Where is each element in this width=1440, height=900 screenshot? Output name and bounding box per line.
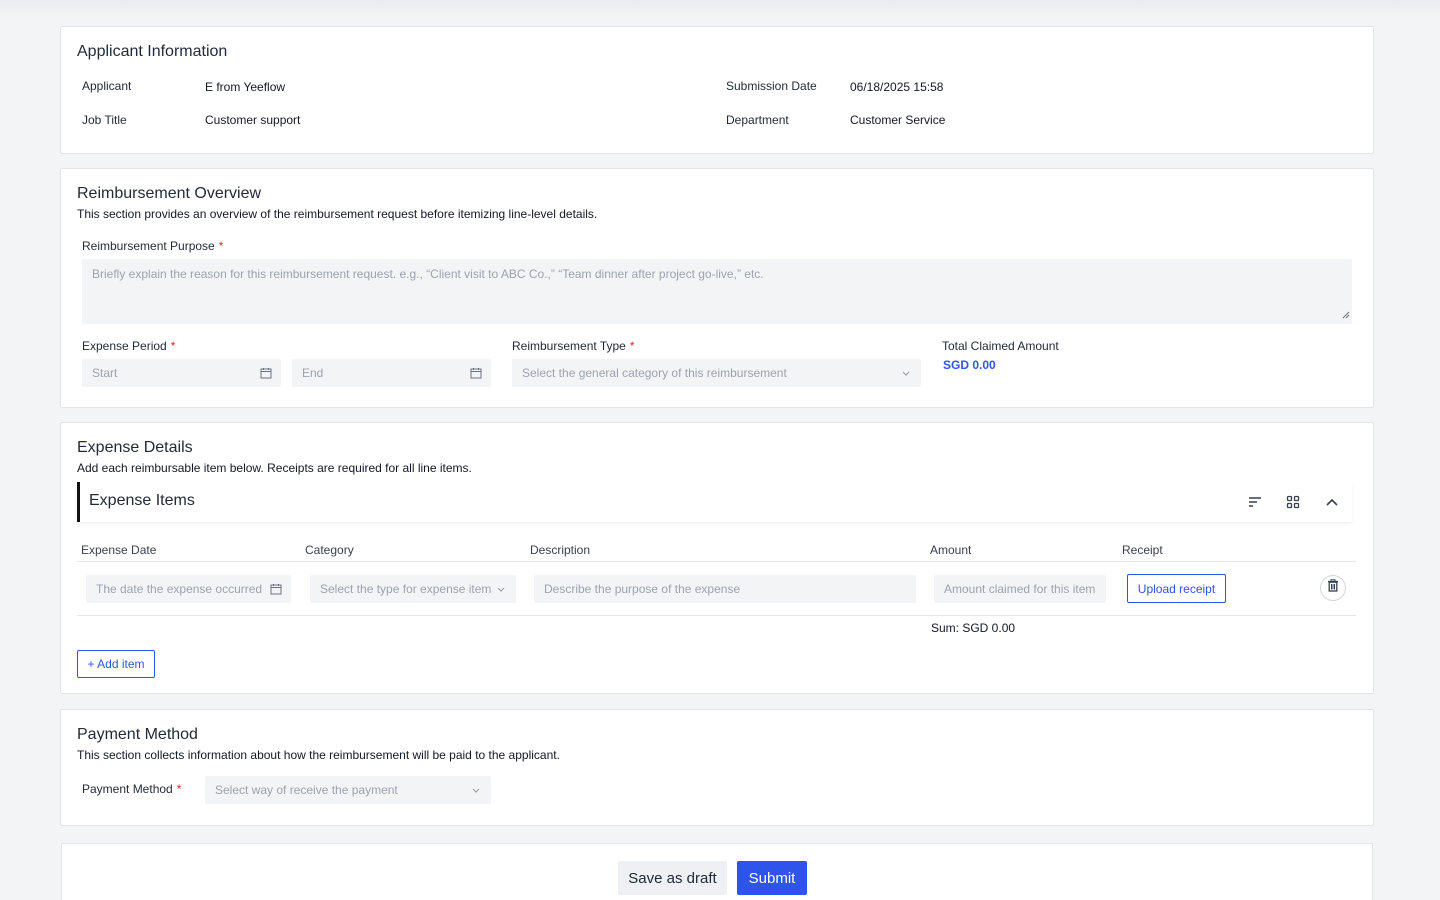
column-expense-date: Expense Date (81, 543, 157, 557)
column-receipt: Receipt (1122, 543, 1163, 557)
start-placeholder: Start (92, 366, 118, 380)
delete-row-button[interactable] (1320, 575, 1346, 601)
purpose-placeholder: Briefly explain the reason for this reim… (92, 267, 764, 281)
overview-title: Reimbursement Overview (77, 185, 262, 202)
chevron-down-icon (469, 783, 483, 797)
purpose-textarea[interactable]: Briefly explain the reason for this reim… (82, 259, 1352, 324)
payment-method-select[interactable]: Select way of receive the payment (205, 776, 491, 804)
purpose-label-text: Reimbursement Purpose (82, 239, 215, 253)
sort-icon[interactable] (1246, 493, 1264, 511)
expense-period-label: Expense Period * (82, 339, 175, 353)
submission-date-value: 06/18/2025 15:58 (850, 80, 944, 94)
submission-date-label: Submission Date (726, 79, 817, 93)
submit-button[interactable]: Submit (737, 861, 807, 895)
description-placeholder: Describe the purpose of the expense (544, 582, 741, 596)
column-category: Category (305, 543, 354, 557)
chevron-down-icon (494, 582, 508, 596)
upload-receipt-button[interactable]: Upload receipt (1127, 574, 1226, 603)
total-claimed-label: Total Claimed Amount (942, 339, 1059, 353)
purpose-label: Reimbursement Purpose * (82, 239, 223, 253)
header-divider (77, 561, 1356, 562)
total-claimed-value: SGD 0.00 (943, 358, 996, 372)
expense-details-title: Expense Details (77, 439, 193, 456)
resize-grip-icon[interactable] (1342, 308, 1350, 322)
job-title-label: Job Title (82, 113, 127, 127)
category-select[interactable]: Select the type for expense item (310, 575, 516, 603)
amount-input[interactable]: Amount claimed for this item (934, 575, 1106, 603)
start-date-picker[interactable]: Start (82, 359, 281, 387)
expense-details-description: Add each reimbursable item below. Receip… (77, 461, 472, 475)
expense-items-header: Expense Items (77, 482, 1352, 522)
sum-value: Sum: SGD 0.00 (931, 621, 1016, 635)
expense-period-label-text: Expense Period (82, 339, 167, 353)
required-mark: * (176, 782, 182, 796)
applicant-info-title: Applicant Information (77, 43, 228, 60)
amount-placeholder: Amount claimed for this item (944, 582, 1096, 596)
payment-method-label-text: Payment Method (82, 782, 173, 796)
add-item-button[interactable]: + Add item (77, 650, 155, 678)
category-placeholder: Select the type for expense item (320, 582, 492, 596)
expense-items-title: Expense Items (89, 492, 195, 509)
end-date-picker[interactable]: End (292, 359, 491, 387)
payment-method-placeholder: Select way of receive the payment (215, 783, 398, 797)
calendar-icon (269, 582, 283, 596)
overview-description: This section provides an overview of the… (77, 207, 598, 221)
save-as-draft-button[interactable]: Save as draft (618, 861, 727, 895)
department-label: Department (726, 113, 789, 127)
required-mark: * (629, 339, 635, 353)
payment-method-card: Payment Method This section collects inf… (60, 709, 1374, 826)
reimbursement-type-label: Reimbursement Type * (512, 339, 635, 353)
required-mark: * (218, 239, 224, 253)
action-bar: Save as draft Submit (61, 843, 1373, 900)
expense-date-picker[interactable]: The date the expense occurred (86, 575, 291, 603)
payment-title: Payment Method (77, 726, 198, 743)
trash-icon (1327, 579, 1339, 597)
applicant-label: Applicant (82, 79, 132, 93)
payment-method-label: Payment Method * (82, 782, 181, 796)
row-divider (77, 615, 1356, 616)
department-value: Customer Service (850, 113, 946, 127)
applicant-info-card: Applicant Information Applicant E from Y… (60, 26, 1374, 154)
payment-description: This section collects information about … (77, 748, 560, 762)
expense-date-placeholder: The date the expense occurred (96, 582, 263, 596)
end-placeholder: End (302, 366, 324, 380)
reimbursement-type-select[interactable]: Select the general category of this reim… (512, 359, 921, 387)
reimbursement-overview-card: Reimbursement Overview This section prov… (60, 168, 1374, 408)
applicant-value: E from Yeeflow (205, 80, 286, 94)
top-shade (0, 0, 1440, 16)
calendar-icon (259, 366, 273, 380)
reimbursement-type-placeholder: Select the general category of this reim… (522, 366, 787, 380)
grid-icon[interactable] (1284, 493, 1302, 511)
reimbursement-type-label-text: Reimbursement Type (512, 339, 626, 353)
description-input[interactable]: Describe the purpose of the expense (534, 575, 916, 603)
column-amount: Amount (930, 543, 972, 557)
column-description: Description (530, 543, 591, 557)
chevron-up-icon[interactable] (1323, 493, 1341, 511)
expense-details-card: Expense Details Add each reimbursable it… (60, 422, 1374, 694)
calendar-icon (469, 366, 483, 380)
required-mark: * (170, 339, 176, 353)
job-title-value: Customer support (205, 113, 301, 127)
chevron-down-icon (899, 366, 913, 380)
